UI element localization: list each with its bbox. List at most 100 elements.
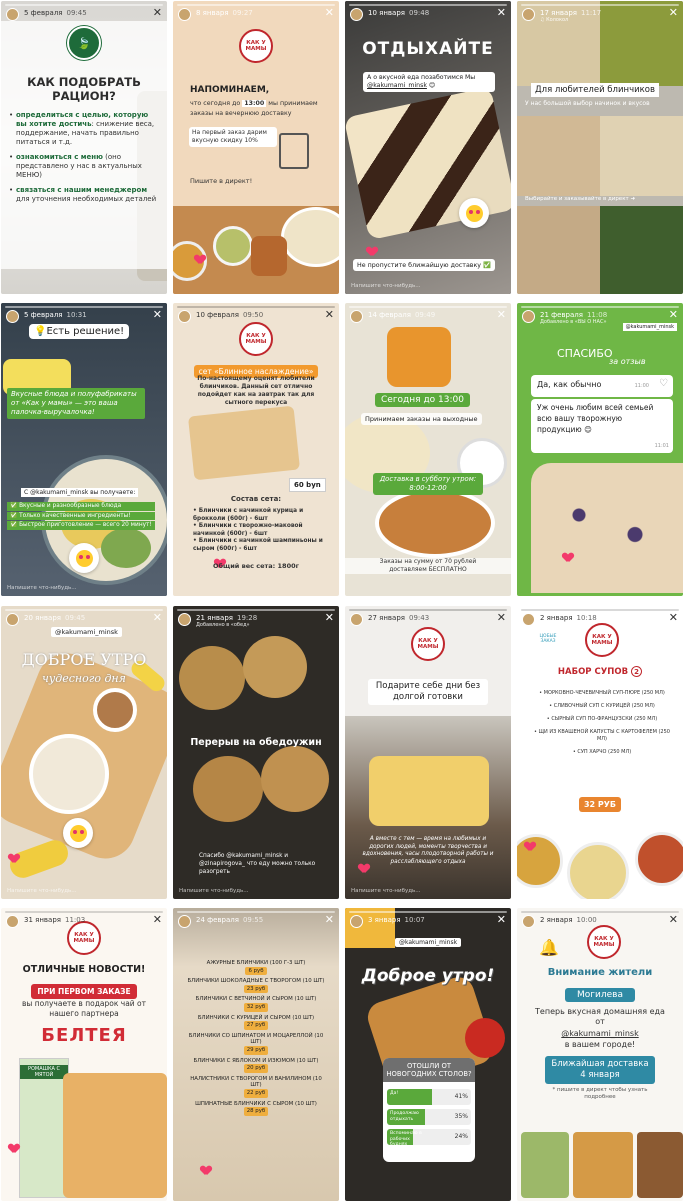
- story-header: 17 января 11:17 ♫ Колокол ✕: [517, 1, 683, 29]
- first-order-badge: ПРИ ПЕРВОМ ЗАКАЗЕ: [1, 979, 167, 999]
- price-row: БЛИНЧИКИ С ЯБЛОКОМ И ИЗЮМОМ (10 ШТ) 20 ру…: [193, 1057, 319, 1073]
- story-card[interactable]: 5 февраля 09:45 ✕ 🍃 КАК ПОДОБРАТЬ РАЦИОН?…: [1, 1, 167, 294]
- song-label: ♫ Колокол: [540, 17, 569, 23]
- cutlet: [261, 746, 329, 812]
- poll-option[interactable]: Вспоминаю в рабочих буднях 24%: [387, 1129, 471, 1145]
- story-title: НАБОР СУПОВ 2: [517, 666, 683, 677]
- story-date: 20 января 09:45: [24, 614, 86, 622]
- story-title: ОТДЫХАЙТЕ: [362, 39, 494, 59]
- close-icon[interactable]: ✕: [669, 612, 678, 623]
- poll-option-percent: 41%: [454, 1093, 468, 1100]
- close-icon[interactable]: ✕: [325, 914, 334, 925]
- thanks-title: СПАСИБО: [557, 347, 613, 360]
- story-date: 3 января 10:07: [368, 916, 425, 924]
- bullet-item: • связаться с нашим менеджером для уточне…: [9, 186, 157, 203]
- close-icon[interactable]: ✕: [325, 309, 334, 320]
- close-icon[interactable]: ✕: [497, 7, 506, 18]
- close-icon[interactable]: ✕: [325, 612, 334, 623]
- story-header: 21 февраля 11:08 Добавлено в «ВЫ О НАС» ✕: [517, 303, 683, 331]
- pancakes-photo: [187, 405, 301, 481]
- story-card[interactable]: 21 февраля 11:08 Добавлено в «ВЫ О НАС» ✕…: [517, 303, 683, 596]
- price-row: БЛИНЧИКИ СО ШПИНАТОМ И МОЦАРЕЛЛОЙ (10 ШТ…: [188, 1032, 324, 1055]
- set-description: По-настоящему оценят любители блинчиков.…: [197, 375, 315, 406]
- avatar: [350, 915, 363, 928]
- story-card[interactable]: 27 января 09:43 ✕ КАК У МАМЫ Подарите себ…: [345, 606, 511, 899]
- heart-icon: [367, 247, 377, 256]
- close-icon[interactable]: ✕: [497, 914, 506, 925]
- benefits-title: С @kakumami_minsk вы получаете:: [21, 488, 139, 497]
- story-header: 24 февраля 09:55 ✕: [173, 908, 339, 936]
- reply-input[interactable]: Напишите что-нибудь...: [351, 283, 421, 289]
- close-icon[interactable]: ✕: [669, 914, 678, 925]
- free-delivery-note: Заказы на сумму от 70 рублей доставляем …: [345, 558, 511, 574]
- reply-input[interactable]: Напишите что-нибудь...: [179, 888, 249, 894]
- avatar: [522, 310, 535, 323]
- close-icon[interactable]: ✕: [497, 309, 506, 320]
- story-header: 8 января 09:27 ✕: [173, 1, 339, 29]
- story-card[interactable]: 20 января 09:45 ✕ @kakumami_minsk ДОБРОЕ …: [1, 606, 167, 899]
- story-title: Для любителей блинчиков: [531, 83, 659, 97]
- price-row: НАЛИСТНИКИ С ТВОРОГОМ И ВАНИЛИНОМ (10 ШТ…: [190, 1075, 322, 1098]
- story-title: НАПОМИНАЕМ,: [190, 85, 270, 95]
- poll-question: ОТОШЛИ ОТ НОВОГОДНИХ СТОЛОВ?: [383, 1058, 475, 1082]
- blueberry-pie: [531, 463, 683, 593]
- story-card[interactable]: 21 января 19:28 Добавлено в «обед» ✕ Пере…: [173, 606, 339, 899]
- tomatoes: [465, 1018, 505, 1058]
- poll-option[interactable]: Продолжаю отдыхать 35%: [387, 1109, 471, 1125]
- close-icon[interactable]: ✕: [669, 7, 678, 18]
- emoji-reaction[interactable]: [69, 543, 99, 573]
- story-header: 2 января 10:18 ✕: [517, 606, 683, 634]
- heart-icon: [359, 864, 369, 873]
- close-icon[interactable]: ✕: [325, 7, 334, 18]
- story-card[interactable]: 17 января 11:17 ♫ Колокол ✕ Для любителей…: [517, 1, 683, 294]
- mention-text: @kakumami_minsk: [561, 1029, 639, 1038]
- cutlet: [193, 756, 263, 822]
- deadline-badge: Сегодня до 13:00: [375, 393, 470, 407]
- story-date: 5 февраля 09:45: [24, 9, 87, 17]
- story-date: 31 января 11:03: [24, 916, 86, 924]
- story-card[interactable]: 2 января 10:18 ✕ ЦОБЫЕ ЗАКАЗ КАК У МАМЫ Н…: [517, 606, 683, 899]
- brand-logo: КАК У МАМЫ: [239, 29, 273, 63]
- tea-pack: РОМАШКА С МЯТОЙ: [19, 1058, 69, 1198]
- story-card[interactable]: 3 января 10:07 ✕ @kakumami_minsk Доброе у…: [345, 908, 511, 1201]
- story-card[interactable]: 10 февраля 09:50 ✕ КАК У МАМЫ сет «Блинно…: [173, 303, 339, 596]
- close-icon[interactable]: ✕: [497, 612, 506, 623]
- poll-option-percent: 35%: [454, 1113, 468, 1120]
- soup-bowl: [567, 842, 629, 899]
- food-photo: [521, 1132, 569, 1198]
- reply-input[interactable]: Напишите что-нибудь...: [351, 888, 421, 894]
- story-title: Подарите себе дни без долгой готовки: [345, 679, 511, 705]
- emoji-reaction[interactable]: [63, 818, 93, 848]
- close-icon[interactable]: ✕: [669, 309, 678, 320]
- brand-logo: 🍃: [67, 26, 101, 60]
- pastry-box: [63, 1073, 167, 1198]
- story-text: Вкусные блюда и полуфабрикаты от «Как у …: [7, 388, 145, 419]
- reply-input[interactable]: Напишите что-нибудь...: [7, 888, 77, 894]
- bullet-item: • ознакомиться с меню (оно представлено у…: [9, 153, 142, 179]
- close-icon[interactable]: ✕: [153, 914, 162, 925]
- note-text: * пишите в директ чтобы узнать подробнее: [552, 1087, 648, 1100]
- story-header: 21 января 19:28 Добавлено в «обед» ✕: [173, 606, 339, 634]
- story-card[interactable]: 8 января 09:27 ✕ КАК У МАМЫ НАПОМИНАЕМ, ч…: [173, 1, 339, 294]
- story-subtitle: У нас большой выбор начинок и вкусов: [525, 100, 650, 107]
- partner-brand: БЕЛТЕЯ: [41, 1025, 127, 1046]
- story-card[interactable]: 31 января 11:03 ✕ КАК У МАМЫ ОТЛИЧНЫЕ НОВ…: [1, 908, 167, 1201]
- soup-bowl: [213, 226, 253, 266]
- close-icon[interactable]: ✕: [153, 309, 162, 320]
- story-card[interactable]: 14 февраля 09:49 ✕ Сегодня до 13:00 Прини…: [345, 303, 511, 596]
- emoji-reaction[interactable]: [459, 198, 489, 228]
- price-row: БЛИНЧИКИ С КУРИЦЕЙ И СЫРОМ (10 ШТ) 27 руб: [197, 1014, 315, 1030]
- story-card[interactable]: 10 января 09:48 ✕ ОТДЫХАЙТЕ А о вкусной е…: [345, 1, 511, 294]
- story-card[interactable]: 2 января 10:00 ✕ 🔔 КАК У МАМЫ Внимание жи…: [517, 908, 683, 1201]
- poll-option-label: Продолжаю отдыхать: [390, 1111, 419, 1122]
- credit-text: Спасибо @kakumami_minsk и @zinapirogova_…: [199, 853, 316, 875]
- story-card[interactable]: 24 февраля 09:55 ✕ АЖУРНЫЕ БЛИНЧИКИ (100 …: [173, 908, 339, 1201]
- heart-outline-icon[interactable]: ♡: [659, 378, 668, 389]
- close-icon[interactable]: ✕: [153, 7, 162, 18]
- avatar: [522, 8, 535, 21]
- story-card[interactable]: 5 февраля 10:31 ✕ 💡Есть решение! Вкусные …: [1, 303, 167, 596]
- poll-option[interactable]: Да! 41%: [387, 1089, 471, 1105]
- close-icon[interactable]: ✕: [153, 612, 162, 623]
- price-row: АЖУРНЫЕ БЛИНЧИКИ (100 Г-3 ШТ) 6 руб: [206, 960, 306, 976]
- reply-input[interactable]: Напишите что-нибудь...: [7, 585, 77, 591]
